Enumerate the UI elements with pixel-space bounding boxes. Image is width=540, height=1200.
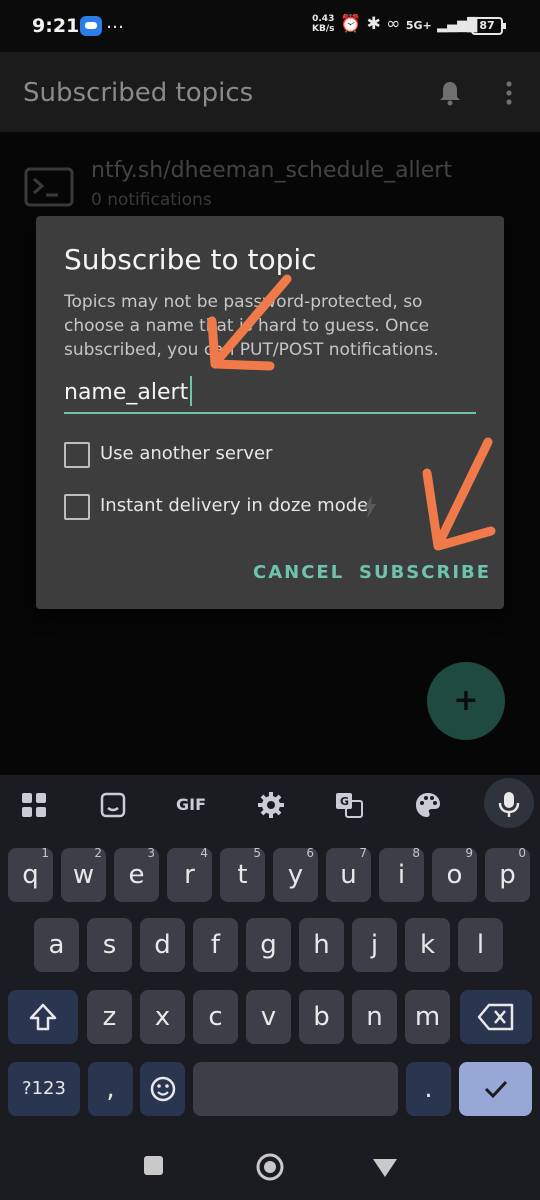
network-speed-value: 0.43: [312, 14, 335, 24]
network-speed: 0.43 KB/s: [312, 14, 334, 34]
key-n[interactable]: n: [352, 990, 397, 1044]
page-title: Subscribed topics: [23, 78, 254, 108]
key-b[interactable]: b: [299, 990, 344, 1044]
svg-text:G: G: [340, 795, 349, 808]
key-f[interactable]: f: [193, 918, 238, 972]
key-y[interactable]: y6: [273, 846, 318, 902]
key-u[interactable]: u7: [326, 846, 371, 902]
status-time: 9:21: [32, 15, 80, 37]
network-type: 5G+: [405, 19, 432, 32]
key-l[interactable]: l: [458, 918, 503, 972]
use-another-server-label[interactable]: Use another server: [100, 443, 272, 464]
link-icon: ∞: [386, 14, 401, 34]
shift-icon: [29, 1003, 57, 1031]
gif-button[interactable]: GIF: [172, 790, 210, 820]
shift-key[interactable]: [8, 990, 78, 1044]
network-speed-unit: KB/s: [312, 24, 335, 34]
key-v[interactable]: v: [246, 990, 291, 1044]
key-j[interactable]: j: [352, 918, 397, 972]
key-h[interactable]: h: [299, 918, 344, 972]
cancel-button[interactable]: CANCEL: [253, 562, 344, 583]
key-k[interactable]: k: [405, 918, 450, 972]
enter-key[interactable]: [459, 1062, 532, 1116]
symbols-key[interactable]: ?123: [8, 1062, 80, 1116]
use-another-server-checkbox[interactable]: [64, 442, 90, 468]
period-key[interactable]: .: [406, 1062, 451, 1116]
key-e[interactable]: e3: [114, 846, 159, 902]
comma-key[interactable]: ,: [88, 1062, 133, 1116]
space-key[interactable]: [193, 1062, 398, 1116]
home-button[interactable]: [255, 1152, 285, 1182]
more-notifications-icon: …: [106, 12, 125, 33]
check-icon: [484, 1080, 507, 1099]
bolt-icon: [364, 495, 376, 519]
alarm-icon: ⏰: [340, 14, 362, 34]
bell-icon[interactable]: [437, 80, 463, 106]
key-d[interactable]: d: [140, 918, 185, 972]
sticker-icon[interactable]: [98, 790, 128, 820]
key-x[interactable]: x: [140, 990, 185, 1044]
text-cursor: [190, 376, 192, 406]
back-button[interactable]: [372, 1158, 398, 1178]
topic-name-input[interactable]: [64, 372, 476, 414]
key-m[interactable]: m: [405, 990, 450, 1044]
key-g[interactable]: g: [246, 918, 291, 972]
key-s[interactable]: s: [87, 918, 132, 972]
instant-delivery-label[interactable]: Instant delivery in doze mode: [100, 495, 368, 516]
status-icons: ⏰ ✱ ∞ 5G+ ▂▄▆█: [340, 14, 477, 34]
bluetooth-icon: ✱: [366, 14, 381, 34]
emoji-icon: [150, 1076, 175, 1102]
key-c[interactable]: c: [193, 990, 238, 1044]
dialog-title: Subscribe to topic: [64, 243, 317, 276]
instant-delivery-checkbox[interactable]: [64, 494, 90, 520]
key-a[interactable]: a: [34, 918, 79, 972]
apps-grid-icon[interactable]: [19, 790, 49, 820]
key-i[interactable]: i8: [379, 846, 424, 902]
key-r[interactable]: r4: [167, 846, 212, 902]
key-t[interactable]: t5: [220, 846, 265, 902]
more-vert-icon[interactable]: [500, 80, 518, 106]
settings-icon[interactable]: [256, 790, 286, 820]
backspace-key[interactable]: [460, 990, 532, 1044]
subscribe-button[interactable]: SUBSCRIBE: [359, 562, 491, 583]
recents-button[interactable]: [144, 1156, 163, 1175]
key-z[interactable]: z: [87, 990, 132, 1044]
key-o[interactable]: o9: [432, 846, 477, 902]
message-notification-icon: [80, 16, 102, 36]
plus-icon: +: [453, 683, 479, 718]
backspace-icon: [477, 1003, 514, 1031]
emoji-key[interactable]: [140, 1062, 185, 1116]
palette-icon[interactable]: [413, 790, 443, 820]
key-q[interactable]: q1: [8, 846, 53, 902]
dialog-description: Topics may not be password-protected, so…: [64, 292, 439, 360]
key-w[interactable]: w2: [61, 846, 106, 902]
translate-icon[interactable]: G: [334, 790, 364, 820]
mic-icon: [498, 792, 520, 817]
key-p[interactable]: p0: [485, 846, 530, 902]
battery-indicator: 87: [471, 17, 506, 35]
